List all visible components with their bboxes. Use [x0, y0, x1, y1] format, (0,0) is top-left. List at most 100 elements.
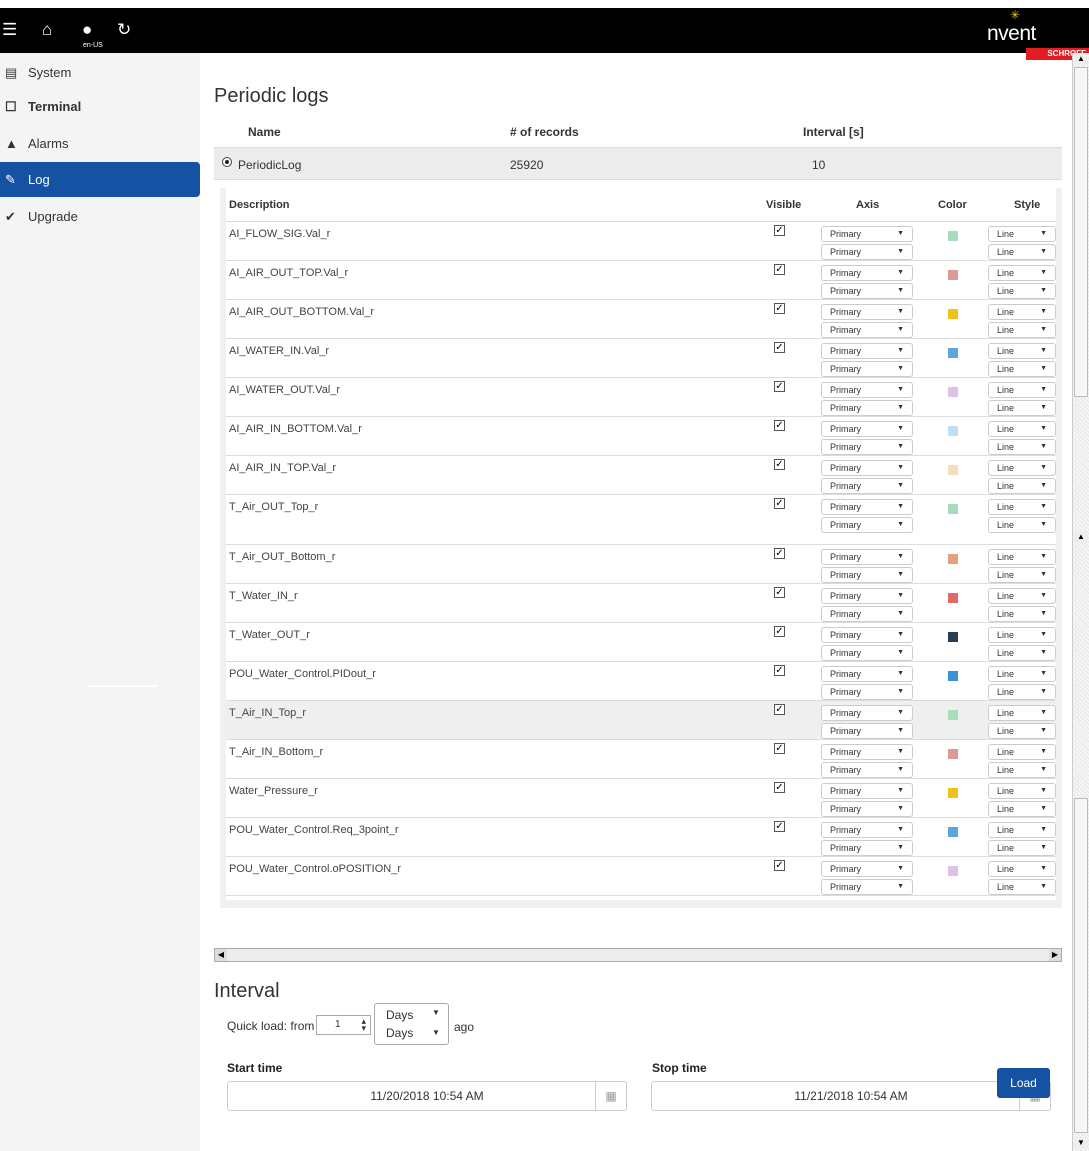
style-select[interactable]: Line [988, 861, 1056, 877]
axis-select[interactable]: Primary [821, 801, 913, 817]
visible-checkbox[interactable]: ✓ [774, 782, 785, 793]
scroll-mid-icon[interactable]: ▲ [1074, 531, 1088, 543]
unit-option[interactable]: Days [386, 1008, 413, 1022]
table-row[interactable]: T_Water_IN_r ✓ Primary Line Primary Line [226, 584, 1056, 623]
scroll-up-icon[interactable]: ▲ [1074, 53, 1088, 65]
axis-select[interactable]: Primary [821, 822, 913, 838]
visible-checkbox[interactable]: ✓ [774, 743, 785, 754]
axis-select[interactable]: Primary [821, 265, 913, 281]
table-row[interactable]: POU_Water_Control.Req_3point_r ✓ Primary Li… [226, 818, 1056, 857]
table-row[interactable]: T_Air_IN_Top_r ✓ Primary Line Primary Line [226, 701, 1056, 740]
axis-select[interactable]: Primary [821, 304, 913, 320]
table-row[interactable]: AI_AIR_OUT_BOTTOM.Val_r ✓ Primary Line Prima… [226, 300, 1056, 339]
color-swatch[interactable] [948, 465, 958, 475]
color-swatch[interactable] [948, 749, 958, 759]
home-icon[interactable]: ⌂ [42, 20, 52, 40]
style-select[interactable]: Line [988, 822, 1056, 838]
axis-select[interactable]: Primary [821, 762, 913, 778]
color-swatch[interactable] [948, 593, 958, 603]
sidebar-item-upgrade[interactable]: ✔ Upgrade [0, 199, 200, 234]
color-swatch[interactable] [948, 827, 958, 837]
table-row[interactable]: T_Air_IN_Bottom_r ✓ Primary Line Primary Line [226, 740, 1056, 779]
style-select[interactable]: Line [988, 244, 1056, 260]
axis-select[interactable]: Primary [821, 549, 913, 565]
axis-select[interactable]: Primary [821, 283, 913, 299]
scroll-down-icon[interactable]: ▼ [1074, 1137, 1088, 1149]
axis-select[interactable]: Primary [821, 783, 913, 799]
axis-select[interactable]: Primary [821, 684, 913, 700]
table-row[interactable]: T_Air_OUT_Bottom_r ✓ Primary Line Primary Lin… [226, 545, 1056, 584]
axis-select[interactable]: Primary [821, 400, 913, 416]
globe-icon[interactable]: ● [82, 20, 92, 40]
scroll-thumb[interactable] [1074, 798, 1088, 1133]
axis-select[interactable]: Primary [821, 705, 913, 721]
visible-checkbox[interactable]: ✓ [774, 459, 785, 470]
axis-select[interactable]: Primary [821, 244, 913, 260]
style-select[interactable]: Line [988, 684, 1056, 700]
table-row[interactable]: T_Water_OUT_r ✓ Primary Line Primary Line [226, 623, 1056, 662]
style-select[interactable]: Line [988, 283, 1056, 299]
visible-checkbox[interactable]: ✓ [774, 342, 785, 353]
unit-option[interactable]: Days [386, 1026, 413, 1040]
style-select[interactable]: Line [988, 606, 1056, 622]
visible-checkbox[interactable]: ✓ [774, 381, 785, 392]
table-row[interactable]: AI_AIR_OUT_TOP.Val_r ✓ Primary Line Primary L… [226, 261, 1056, 300]
calendar-icon[interactable]: ▦ [595, 1082, 626, 1110]
menu-icon[interactable]: ☰ [2, 20, 17, 40]
axis-select[interactable]: Primary [821, 226, 913, 242]
load-button[interactable]: Load [997, 1068, 1050, 1098]
table-row[interactable]: PeriodicLog 25920 10 [214, 147, 1062, 180]
scroll-left-icon[interactable]: ◀ [215, 949, 227, 961]
table-row[interactable]: AI_AIR_IN_TOP.Val_r ✓ Primary Line Primary Li… [226, 456, 1056, 495]
visible-checkbox[interactable]: ✓ [774, 548, 785, 559]
start-time-field[interactable]: 11/20/2018 10:54 AM ▦ [227, 1081, 627, 1111]
axis-select[interactable]: Primary [821, 879, 913, 895]
visible-checkbox[interactable]: ✓ [774, 860, 785, 871]
table-row[interactable]: POU_Water_Control.oPOSITION_r ✓ Primary Lin… [226, 857, 1056, 896]
color-swatch[interactable] [948, 866, 958, 876]
stepper-arrows-icon[interactable]: ▴ ▾ [361, 1017, 366, 1033]
style-select[interactable]: Line [988, 588, 1056, 604]
axis-select[interactable]: Primary [821, 499, 913, 515]
style-select[interactable]: Line [988, 499, 1056, 515]
style-select[interactable]: Line [988, 879, 1056, 895]
axis-select[interactable]: Primary [821, 478, 913, 494]
sidebar-item-system[interactable]: ▤ System [0, 55, 200, 90]
axis-select[interactable]: Primary [821, 361, 913, 377]
style-select[interactable]: Line [988, 801, 1056, 817]
axis-select[interactable]: Primary [821, 723, 913, 739]
style-select[interactable]: Line [988, 361, 1056, 377]
table-row[interactable]: AI_FLOW_SIG.Val_r ✓ Primary Line Primary Line [226, 222, 1056, 261]
axis-select[interactable]: Primary [821, 588, 913, 604]
sidebar-item-log[interactable]: ✎ Log [0, 162, 200, 197]
axis-select[interactable]: Primary [821, 666, 913, 682]
visible-checkbox[interactable]: ✓ [774, 587, 785, 598]
style-select[interactable]: Line [988, 517, 1056, 533]
style-select[interactable]: Line [988, 666, 1056, 682]
color-swatch[interactable] [948, 671, 958, 681]
visible-checkbox[interactable]: ✓ [774, 821, 785, 832]
color-swatch[interactable] [948, 426, 958, 436]
color-swatch[interactable] [948, 270, 958, 280]
style-select[interactable]: Line [988, 783, 1056, 799]
style-select[interactable]: Line [988, 744, 1056, 760]
axis-select[interactable]: Primary [821, 861, 913, 877]
table-row[interactable]: AI_WATER_IN.Val_r ✓ Primary Line Primary Line [226, 339, 1056, 378]
color-swatch[interactable] [948, 632, 958, 642]
style-select[interactable]: Line [988, 322, 1056, 338]
color-swatch[interactable] [948, 309, 958, 319]
visible-checkbox[interactable]: ✓ [774, 303, 785, 314]
scroll-right-icon[interactable]: ▶ [1049, 949, 1061, 961]
table-row[interactable]: AI_WATER_OUT.Val_r ✓ Primary Line Primary Lin… [226, 378, 1056, 417]
style-select[interactable]: Line [988, 840, 1056, 856]
unit-select[interactable]: Days ▼ Days ▼ [374, 1003, 449, 1045]
style-select[interactable]: Line [988, 226, 1056, 242]
table-row[interactable]: Water_Pressure_r ✓ Primary Line Primary Line [226, 779, 1056, 818]
axis-select[interactable]: Primary [821, 606, 913, 622]
axis-select[interactable]: Primary [821, 567, 913, 583]
log-radio[interactable] [222, 157, 232, 167]
style-select[interactable]: Line [988, 439, 1056, 455]
stop-time-field[interactable]: 11/21/2018 10:54 AM ▦ [651, 1081, 1051, 1111]
style-select[interactable]: Line [988, 304, 1056, 320]
axis-select[interactable]: Primary [821, 517, 913, 533]
